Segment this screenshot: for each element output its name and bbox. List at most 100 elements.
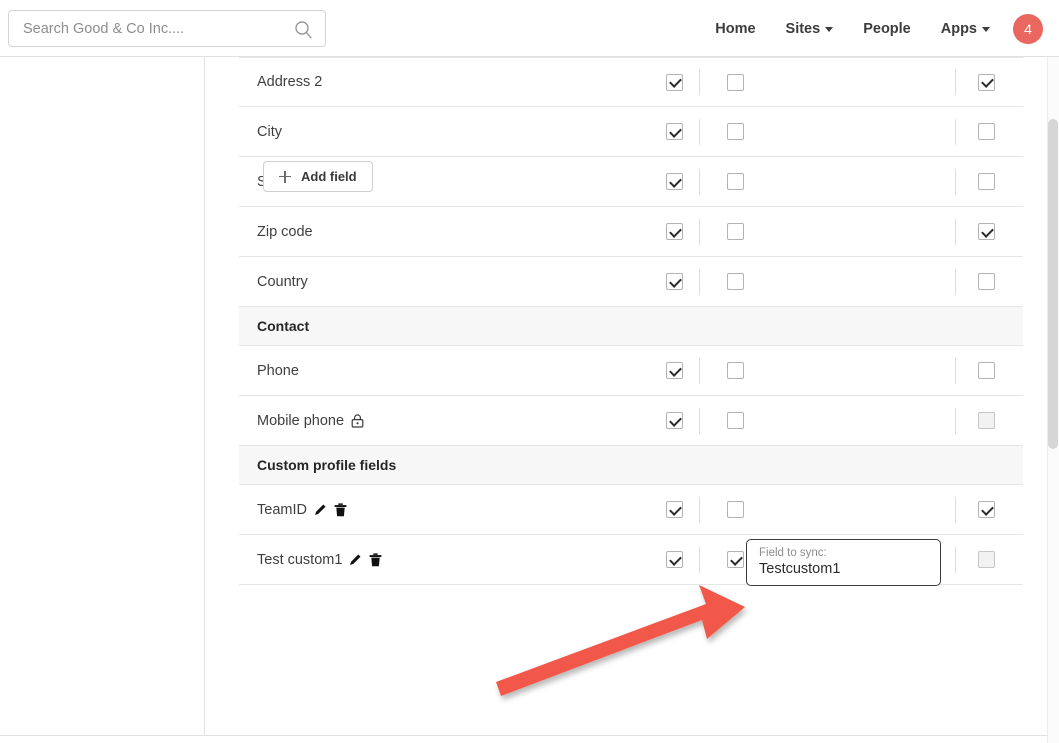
- search-input[interactable]: [9, 20, 277, 37]
- checkbox-col-3: [978, 551, 995, 568]
- field-to-sync-input[interactable]: Field to sync: Testcustom1: [746, 539, 941, 586]
- table-row: TeamID: [239, 485, 1023, 535]
- nav-item-apps[interactable]: Apps: [926, 0, 1005, 57]
- checkbox-col-3[interactable]: [978, 273, 995, 290]
- checkbox-col-2[interactable]: [727, 362, 744, 379]
- column-divider: [955, 407, 956, 434]
- checkbox-col-2[interactable]: [727, 551, 744, 568]
- checkbox-col-2[interactable]: [727, 273, 744, 290]
- checkbox-col-2[interactable]: [727, 501, 744, 518]
- section-label: Custom profile fields: [257, 457, 397, 473]
- nav-item-people[interactable]: People: [848, 0, 926, 57]
- checkbox-col-1[interactable]: [666, 501, 683, 518]
- checkbox-col-2[interactable]: [727, 123, 744, 140]
- plus-icon: [279, 170, 291, 183]
- checkbox-col-1[interactable]: [666, 123, 683, 140]
- field-name-label: Zip code: [257, 223, 313, 240]
- app-root: Home Sites People Apps 4 Address 2CitySt…: [0, 0, 1059, 743]
- column-divider: [699, 407, 700, 434]
- section-label: Contact: [257, 318, 310, 334]
- edit-pencil-icon[interactable]: [349, 553, 362, 566]
- checkbox-col-1[interactable]: [666, 273, 683, 290]
- edit-pencil-icon[interactable]: [314, 503, 327, 516]
- column-divider: [699, 357, 700, 384]
- page-bottom-divider: [0, 735, 1059, 736]
- lock-icon: [351, 413, 364, 428]
- column-divider: [955, 357, 956, 384]
- nav-label: Apps: [940, 20, 977, 37]
- nav-label: Home: [715, 20, 756, 37]
- column-divider: [955, 546, 956, 573]
- checkbox-col-1[interactable]: [666, 73, 683, 91]
- column-divider: [955, 496, 956, 523]
- column-divider: [955, 268, 956, 295]
- table-row: Address 2: [239, 57, 1023, 107]
- column-divider: [699, 218, 700, 245]
- vertical-scrollbar-track[interactable]: [1047, 57, 1059, 743]
- column-divider: [699, 496, 700, 523]
- column-divider: [699, 546, 700, 573]
- column-divider: [955, 69, 956, 95]
- field-name-label: Address 2: [257, 74, 323, 90]
- column-divider: [699, 168, 700, 195]
- add-field-label: Add field: [301, 169, 357, 184]
- delete-trash-icon[interactable]: [369, 552, 382, 567]
- table-section-header: Custom profile fields: [239, 446, 1023, 485]
- column-divider: [699, 69, 700, 95]
- field-to-sync-value: Testcustom1: [759, 561, 841, 577]
- add-field-button[interactable]: Add field: [263, 161, 373, 192]
- vertical-scrollbar-thumb[interactable]: [1048, 119, 1058, 449]
- chevron-down-icon: [982, 27, 990, 32]
- page-body: Address 2CityState/ProvinceZip codeCount…: [0, 57, 1059, 743]
- column-divider: [955, 168, 956, 195]
- checkbox-col-1[interactable]: [666, 362, 683, 379]
- table-row: Mobile phone: [239, 396, 1023, 446]
- checkbox-col-2[interactable]: [727, 412, 744, 429]
- table-row: Zip code: [239, 207, 1023, 257]
- nav-item-sites[interactable]: Sites: [771, 0, 849, 57]
- global-search-box[interactable]: [8, 10, 326, 47]
- field-name-label: Country: [257, 273, 308, 290]
- checkbox-col-2[interactable]: [727, 73, 744, 91]
- checkbox-col-1[interactable]: [666, 223, 683, 240]
- column-divider: [955, 118, 956, 145]
- notification-badge[interactable]: 4: [1013, 13, 1043, 44]
- column-divider: [955, 218, 956, 245]
- field-name-label: City: [257, 123, 282, 140]
- table-row: Country: [239, 257, 1023, 307]
- field-name-label: Phone: [257, 362, 299, 379]
- search-icon[interactable]: [294, 20, 313, 39]
- checkbox-col-2[interactable]: [727, 173, 744, 190]
- checkbox-col-3[interactable]: [978, 173, 995, 190]
- checkbox-col-1[interactable]: [666, 551, 683, 568]
- table-section-header: Contact: [239, 307, 1023, 346]
- checkbox-col-3[interactable]: [978, 73, 995, 91]
- column-divider: [699, 268, 700, 295]
- nav-label: People: [863, 20, 911, 37]
- checkbox-col-1[interactable]: [666, 412, 683, 429]
- table-row: Phone: [239, 346, 1023, 396]
- table-row: City: [239, 107, 1023, 157]
- main-nav: Home Sites People Apps 4: [700, 0, 1043, 57]
- checkbox-col-2[interactable]: [727, 223, 744, 240]
- notification-count: 4: [1024, 20, 1032, 37]
- table-row: Test custom1 Field to sync: Testcustom1: [239, 535, 1023, 586]
- main-content: Address 2CityState/ProvinceZip codeCount…: [206, 57, 1059, 735]
- nav-item-home[interactable]: Home: [700, 0, 770, 57]
- column-divider: [699, 118, 700, 145]
- field-to-sync-label: Field to sync:: [759, 547, 827, 559]
- checkbox-col-3[interactable]: [978, 223, 995, 240]
- checkbox-col-3: [978, 412, 995, 429]
- checkbox-col-3[interactable]: [978, 362, 995, 379]
- profile-fields-table: Address 2CityState/ProvinceZip codeCount…: [239, 57, 1023, 586]
- left-sidebar: [0, 57, 205, 735]
- field-name-label: TeamID: [257, 502, 347, 518]
- delete-trash-icon[interactable]: [334, 502, 347, 517]
- field-name-label: Mobile phone: [257, 413, 364, 429]
- field-name-label: Test custom1: [257, 552, 382, 568]
- top-navigation-bar: Home Sites People Apps 4: [0, 0, 1059, 57]
- chevron-down-icon: [825, 27, 834, 32]
- checkbox-col-1[interactable]: [666, 173, 683, 190]
- checkbox-col-3[interactable]: [978, 501, 995, 518]
- checkbox-col-3[interactable]: [978, 123, 995, 140]
